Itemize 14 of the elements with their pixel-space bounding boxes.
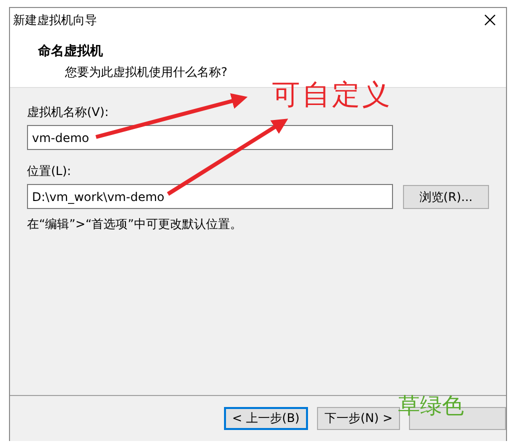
location-label: 位置(L): xyxy=(27,163,72,180)
name-field[interactable]: vm-demo xyxy=(27,125,393,150)
annotation-text: 可自定义 xyxy=(272,79,392,113)
page-heading: 命名虚拟机 xyxy=(38,42,104,60)
name-label: 虚拟机名称(V): xyxy=(27,104,109,121)
page-subtitle: 您要为此虚拟机使用什么名称? xyxy=(65,64,228,81)
location-field[interactable]: D:\vm_work\vm-demo xyxy=(27,184,393,209)
back-button[interactable]: < 上一步(B) xyxy=(224,407,308,430)
annotation-text: 草绿色 xyxy=(398,396,464,418)
next-button[interactable]: 下一步(N) > xyxy=(316,407,400,430)
window-title: 新建虚拟机向导 xyxy=(13,12,97,28)
hint-text: 在“编辑”>“首选项”中可更改默认位置。 xyxy=(27,216,242,233)
browse-button[interactable]: 浏览(R)... xyxy=(403,185,489,209)
close-icon[interactable] xyxy=(484,14,496,26)
